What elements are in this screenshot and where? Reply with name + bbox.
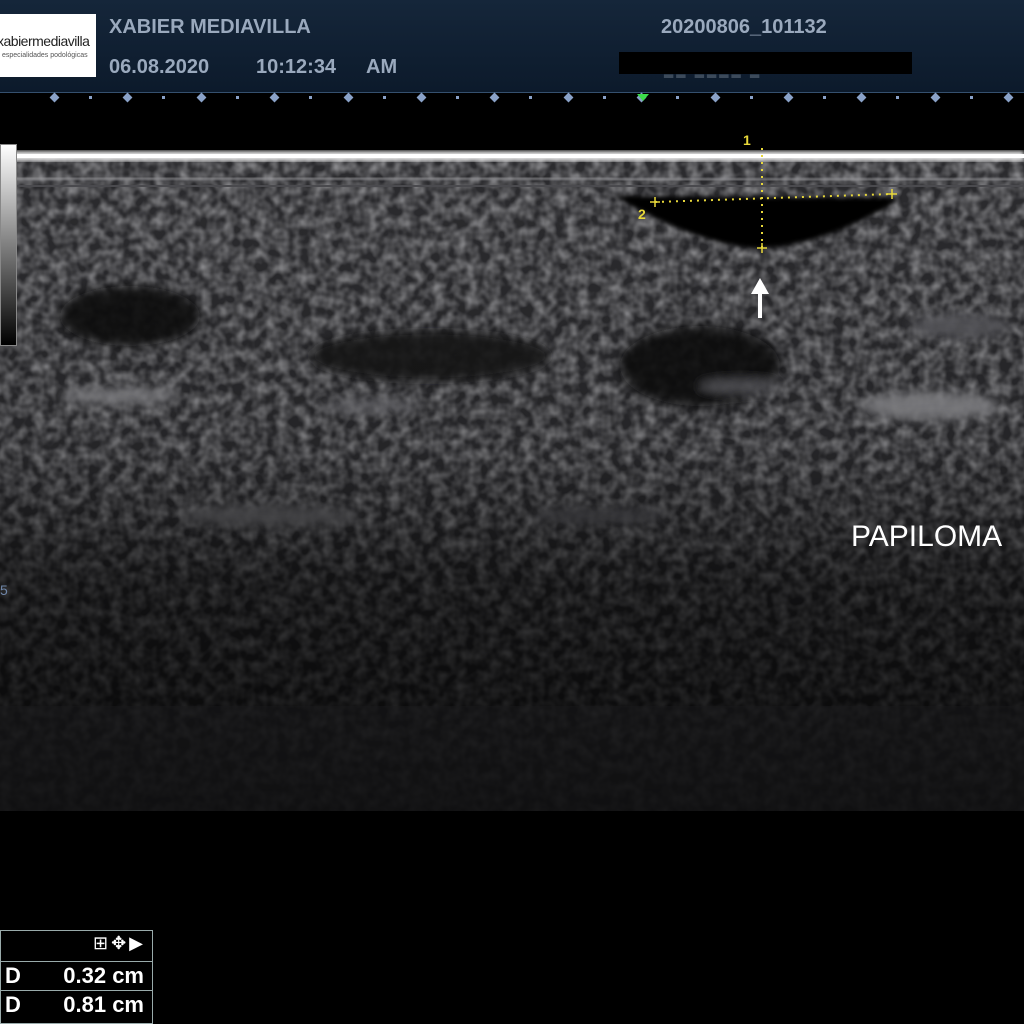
scale-tick (49, 92, 60, 103)
play-icon[interactable]: ▶ (129, 933, 146, 953)
scale-tick (783, 92, 794, 103)
study-id: 20200806_101132 (661, 16, 827, 38)
scale-tick (122, 92, 133, 103)
scale-minor-tick (529, 96, 533, 99)
measurement-value: 0.32 cm (63, 963, 144, 988)
scale-tick (343, 92, 354, 103)
exam-time: 10:12:34 (256, 56, 337, 78)
grid-icon[interactable]: ⊞ (93, 933, 111, 953)
caliper-label-2: 2 (638, 206, 646, 222)
scale-minor-tick (382, 96, 386, 99)
scale-tick (930, 92, 941, 103)
logo-text: xabiermediavilla (0, 33, 90, 49)
measurement-label: D (5, 992, 21, 1017)
scale-minor-tick (749, 96, 753, 99)
clinic-logo: xabiermediavilla especialidades podológi… (0, 14, 96, 77)
scale-minor-tick (309, 96, 313, 99)
measurement-row: D 0.81 cm (1, 990, 152, 1019)
scale-tick (416, 92, 427, 103)
scale-tick (269, 92, 280, 103)
scale-minor-tick (823, 96, 826, 99)
scale-tick (1003, 92, 1014, 103)
measurement-toolbar: ⊞✥▶ (93, 933, 146, 954)
exam-date: 06.08.2020 (109, 56, 210, 78)
scale-tick (489, 92, 500, 103)
measurement-table: ⊞✥▶ D 0.32 cm D 0.81 cm (0, 930, 153, 1024)
measurement-value: 0.81 cm (63, 992, 144, 1017)
scale-minor-tick (896, 96, 900, 99)
scale-tick (856, 92, 867, 103)
focus-marker-icon[interactable] (637, 94, 649, 101)
exam-ampm: AM (366, 56, 398, 78)
grayscale-bar (0, 144, 17, 346)
ultrasound-image (0, 148, 1024, 811)
measurement-label: D (5, 963, 21, 988)
caliper-label-1: 1 (743, 132, 751, 148)
scale-minor-tick (969, 96, 973, 99)
redaction-bar (619, 52, 912, 74)
depth-scale-bar (0, 92, 1024, 106)
scale-minor-tick (235, 96, 239, 99)
scale-minor-tick (162, 96, 166, 99)
move-icon[interactable]: ✥ (111, 933, 129, 953)
scale-minor-tick (89, 96, 92, 99)
scale-tick (710, 92, 721, 103)
scale-tick (563, 92, 574, 103)
measurement-row: D 0.32 cm (1, 961, 152, 990)
scale-minor-tick (602, 96, 606, 99)
scale-tick (196, 92, 207, 103)
depth-marker: 5 (0, 582, 8, 598)
scale-minor-tick (456, 96, 459, 99)
scale-minor-tick (676, 96, 680, 99)
operator-name: XABIER MEDIAVILLA (109, 16, 311, 38)
logo-subtitle: especialidades podológicas (2, 52, 88, 59)
annotation-label: PAPILOMA (851, 520, 1003, 553)
header-bar: xabiermediavilla especialidades podológi… (0, 0, 1024, 93)
